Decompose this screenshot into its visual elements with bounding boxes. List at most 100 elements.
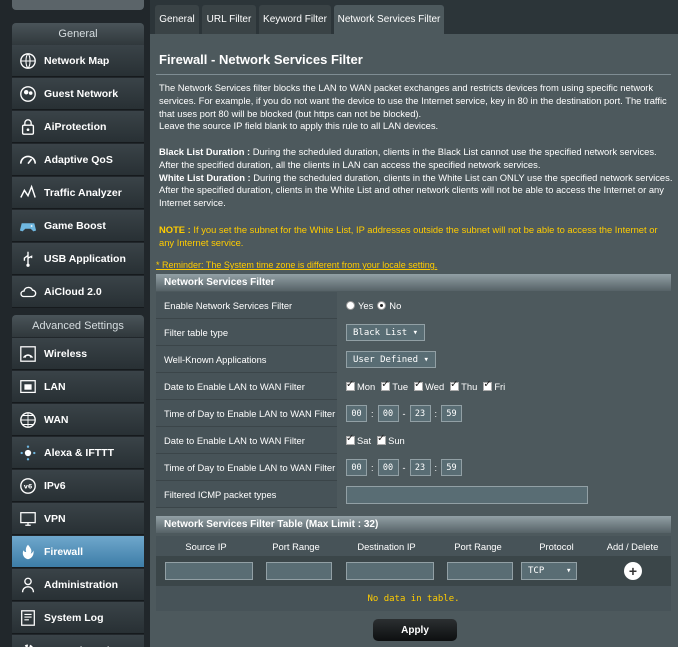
- sidebar-item-label: AiProtection: [44, 120, 107, 133]
- checkbox[interactable]: [346, 379, 355, 391]
- empty-table-message: No data in table.: [156, 586, 671, 611]
- day-checkbox-sun[interactable]: Sun: [377, 433, 405, 446]
- source-port-range-input[interactable]: [266, 562, 332, 580]
- sidebar-item-traffic-analyzer[interactable]: Traffic Analyzer: [12, 177, 144, 209]
- filter-type-value: Black List: [353, 327, 408, 338]
- checkbox[interactable]: [450, 379, 460, 391]
- checkbox[interactable]: [346, 433, 355, 445]
- sidebar-item-administration[interactable]: Administration: [12, 569, 144, 601]
- checkbox[interactable]: [414, 379, 424, 391]
- well-known-apps-select[interactable]: User Defined ▾: [346, 351, 436, 368]
- filter-type-row: Filter table type Black List ▾: [156, 319, 671, 346]
- weekday-dates-row: Date to Enable LAN to WAN Filter Mon Tue W…: [156, 373, 671, 400]
- checkbox[interactable]: [377, 433, 387, 445]
- sidebar-item-wireless[interactable]: Wireless: [12, 338, 144, 370]
- day-label: Wed: [425, 381, 445, 392]
- icmp-input[interactable]: [346, 485, 588, 504]
- weekday-start-minute-input[interactable]: 00: [377, 405, 399, 422]
- sidebar-item-usb-application[interactable]: USB Application: [12, 243, 144, 275]
- enable-yes-label: Yes: [358, 300, 374, 311]
- svg-text:v6: v6: [24, 483, 33, 490]
- sidebar-general-header: General: [12, 23, 144, 45]
- sidebar-item-aiprotection[interactable]: AiProtection: [12, 111, 144, 143]
- sidebar-item-system-log[interactable]: System Log: [12, 602, 144, 634]
- sidebar-item-label: Network Map: [44, 54, 110, 67]
- cloud-icon: [18, 282, 38, 302]
- sidebar-item-label: USB Application: [44, 252, 126, 265]
- well-known-apps-label: Well-Known Applications: [164, 354, 267, 365]
- enable-filter-row: Enable Network Services Filter Yes No: [156, 292, 671, 319]
- day-checkbox-thu[interactable]: Thu: [450, 379, 477, 392]
- sidebar-item-game-boost[interactable]: Game Boost: [12, 210, 144, 242]
- day-label: Sun: [388, 435, 405, 446]
- destination-port-range-input[interactable]: [447, 562, 513, 580]
- weekday-end-hour-input[interactable]: 23: [409, 405, 431, 422]
- sidebar-item-network-map[interactable]: Network Map: [12, 45, 144, 77]
- add-rule-button[interactable]: +: [624, 562, 642, 580]
- tab-network-services-filter[interactable]: Network Services Filter: [334, 5, 444, 34]
- enable-yes-radio[interactable]: [346, 301, 355, 310]
- sidebar-item-label: System Log: [44, 611, 104, 624]
- day-label: Tue: [392, 381, 409, 392]
- weekend-start-hour-input[interactable]: 00: [346, 459, 367, 476]
- sidebar-item-network-tools[interactable]: Network Tools: [12, 635, 144, 647]
- protocol-select[interactable]: TCP ▾: [521, 562, 577, 580]
- checkbox[interactable]: [483, 379, 493, 391]
- day-checkbox-fri[interactable]: Fri: [483, 379, 506, 392]
- destination-ip-input[interactable]: [346, 562, 434, 580]
- day-label: Sat: [357, 435, 372, 446]
- day-checkbox-mon[interactable]: Mon: [346, 379, 376, 392]
- day-checkbox-tue[interactable]: Tue: [381, 379, 409, 392]
- source-ip-input[interactable]: [165, 562, 253, 580]
- day-checkbox-sat[interactable]: Sat: [346, 433, 372, 446]
- sidebar-item-wan[interactable]: WAN: [12, 404, 144, 436]
- tab-general[interactable]: General: [155, 5, 199, 34]
- sidebar-item-alexa-ifttt[interactable]: Alexa & IFTTT: [12, 437, 144, 469]
- sidebar-top-stub: [12, 0, 144, 10]
- sidebar: General Network Map Guest Network AiProtec…: [0, 0, 150, 647]
- rules-table-header: Network Services Filter Table (Max Limit…: [156, 516, 671, 533]
- weekend-end-minute-input[interactable]: 59: [441, 459, 463, 476]
- lan-icon: [18, 377, 38, 397]
- traffic-analyzer-icon: [18, 183, 38, 203]
- col-add-delete: Add / Delete: [606, 540, 659, 552]
- filter-type-select[interactable]: Black List ▾: [346, 324, 426, 341]
- sidebar-item-label: Adaptive QoS: [44, 153, 113, 166]
- administration-icon: [18, 575, 38, 595]
- sidebar-item-label: Firewall: [44, 545, 84, 558]
- apply-button[interactable]: Apply: [373, 619, 457, 641]
- icmp-row: Filtered ICMP packet types: [156, 481, 671, 508]
- time-zone-reminder-link[interactable]: * Reminder: The System time zone is diff…: [156, 260, 437, 270]
- tab-keyword-filter[interactable]: Keyword Filter: [259, 5, 331, 34]
- weekday-end-minute-input[interactable]: 59: [441, 405, 463, 422]
- enable-no-label: No: [389, 300, 402, 311]
- day-checkbox-wed[interactable]: Wed: [414, 379, 445, 392]
- page-title: Firewall - Network Services Filter: [159, 52, 363, 67]
- weekday-time-row: Time of Day to Enable LAN to WAN Filter …: [156, 400, 671, 427]
- tab-url-filter[interactable]: URL Filter: [202, 5, 256, 34]
- day-label: Mon: [357, 381, 376, 392]
- sidebar-item-label: Guest Network: [44, 87, 119, 100]
- checkbox[interactable]: [381, 379, 391, 391]
- rules-table-column-headers: Source IP Port Range Destination IP Port…: [156, 536, 671, 556]
- sidebar-advanced-header: Advanced Settings: [12, 315, 144, 337]
- sidebar-item-guest-network[interactable]: Guest Network: [12, 78, 144, 110]
- sidebar-item-firewall[interactable]: Firewall: [12, 536, 144, 568]
- sidebar-item-label: IPv6: [44, 479, 66, 492]
- weekday-start-hour-input[interactable]: 00: [346, 405, 367, 422]
- sidebar-item-lan[interactable]: LAN: [12, 371, 144, 403]
- sidebar-item-vpn[interactable]: VPN: [12, 503, 144, 535]
- sidebar-item-label: Traffic Analyzer: [44, 186, 122, 199]
- chevron-down-icon: ▾: [565, 566, 572, 576]
- tab-bar: General URL Filter Keyword Filter Networ…: [150, 0, 678, 34]
- sidebar-item-adaptive-qos[interactable]: Adaptive QoS: [12, 144, 144, 176]
- sidebar-item-ipv6[interactable]: v6 IPv6: [12, 470, 144, 502]
- network-tools-icon: [18, 641, 38, 647]
- wireless-icon: [18, 344, 38, 364]
- sidebar-item-aicloud-2-0[interactable]: AiCloud 2.0: [12, 276, 144, 308]
- weekend-end-hour-input[interactable]: 23: [409, 459, 431, 476]
- enable-no-radio[interactable]: [377, 301, 387, 310]
- weekend-start-minute-input[interactable]: 00: [377, 459, 399, 476]
- gamepad-icon: [18, 216, 38, 236]
- day-label: Fri: [494, 381, 506, 392]
